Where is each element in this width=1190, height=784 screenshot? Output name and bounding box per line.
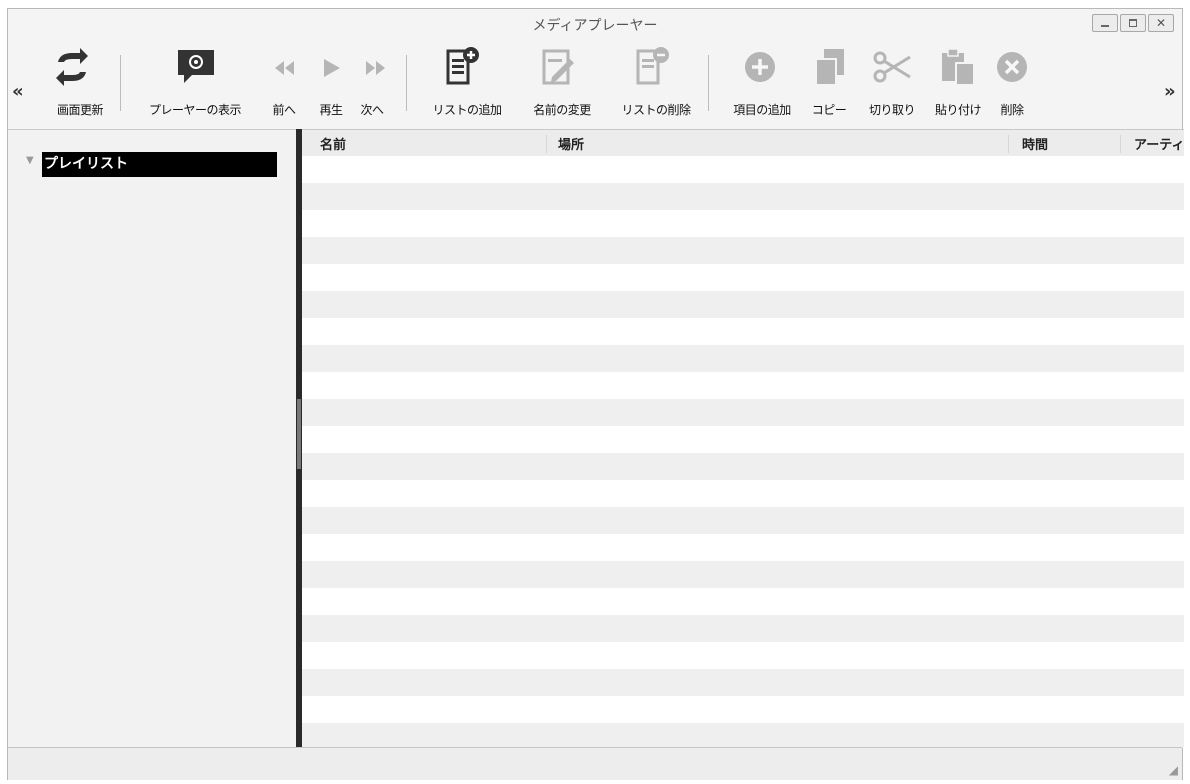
paste-icon	[942, 48, 975, 86]
previous-button[interactable]	[270, 55, 300, 85]
list-header: 名前 場所 時間 アーティ	[302, 130, 1184, 156]
toolbar: « 画面更新 プレーヤーの表示 前へ 再生 次へ リストの追加 名前の変更 リス…	[8, 37, 1182, 129]
table-row[interactable]	[302, 453, 1184, 480]
table-row[interactable]	[302, 534, 1184, 561]
table-row[interactable]	[302, 426, 1184, 453]
refresh-label: 画面更新	[56, 103, 104, 117]
play-label: 再生	[319, 103, 343, 117]
minimize-button[interactable]	[1092, 14, 1118, 32]
add-item-icon	[745, 52, 775, 82]
status-bar: ◢	[8, 747, 1182, 780]
table-row[interactable]	[302, 615, 1184, 642]
toolbar-separator	[406, 55, 407, 111]
table-row[interactable]	[302, 399, 1184, 426]
delete-list-label: リストの削除	[621, 103, 691, 117]
table-row[interactable]	[302, 507, 1184, 534]
close-button[interactable]: ✕	[1148, 14, 1174, 32]
table-row[interactable]	[302, 372, 1184, 399]
play-icon	[324, 59, 340, 77]
copy-button[interactable]	[808, 45, 852, 93]
paste-button[interactable]	[936, 45, 980, 93]
table-row[interactable]	[302, 723, 1184, 748]
add-item-label: 項目の追加	[733, 103, 791, 117]
expand-arrow-icon[interactable]: ▼	[26, 155, 34, 166]
cut-button[interactable]	[870, 45, 914, 93]
show-player-button[interactable]	[174, 45, 218, 93]
copy-label: コピー	[811, 103, 847, 117]
delete-list-button[interactable]	[630, 45, 674, 93]
column-header-location[interactable]: 場所	[558, 134, 584, 153]
refresh-icon	[56, 48, 88, 86]
table-row[interactable]	[302, 318, 1184, 345]
add-list-button[interactable]	[440, 45, 484, 93]
column-header-name[interactable]: 名前	[320, 134, 346, 153]
rename-icon	[542, 49, 574, 85]
add-list-icon	[446, 47, 479, 85]
delete-button[interactable]	[990, 45, 1034, 93]
toolbar-scroll-right[interactable]: »	[1164, 81, 1176, 102]
table-row[interactable]	[302, 156, 1184, 183]
next-button[interactable]	[360, 55, 390, 85]
column-header-time[interactable]: 時間	[1022, 134, 1048, 153]
previous-icon	[275, 61, 294, 75]
player-display-icon	[178, 50, 214, 83]
track-list: 名前 場所 時間 アーティ	[302, 129, 1184, 748]
table-row[interactable]	[302, 642, 1184, 669]
delete-list-icon	[636, 47, 669, 85]
table-row[interactable]	[302, 264, 1184, 291]
delete-icon	[997, 52, 1027, 82]
media-player-window: メディアプレーヤー ✕ « 画面更新 プレーヤーの表示 前へ 再生 次へ リスト…	[7, 8, 1184, 780]
window-controls: ✕	[1092, 14, 1174, 32]
toolbar-separator	[708, 55, 709, 111]
playlist-tree-panel: ▼ プレイリスト	[8, 129, 296, 748]
table-row[interactable]	[302, 291, 1184, 318]
list-rows	[302, 156, 1184, 748]
close-icon: ✕	[1155, 16, 1167, 30]
column-divider[interactable]	[1008, 135, 1009, 153]
column-header-artist[interactable]: アーティ	[1134, 134, 1184, 153]
resize-grip-icon[interactable]: ◢	[1169, 763, 1178, 777]
table-row[interactable]	[302, 480, 1184, 507]
table-row[interactable]	[302, 669, 1184, 696]
title-bar[interactable]: メディアプレーヤー ✕	[8, 9, 1182, 37]
splitter-grip[interactable]	[297, 399, 301, 469]
window-title: メディアプレーヤー	[532, 18, 658, 34]
show-player-label: プレーヤーの表示	[148, 103, 242, 117]
table-row[interactable]	[302, 237, 1184, 264]
table-row[interactable]	[302, 696, 1184, 723]
maximize-button[interactable]	[1120, 14, 1146, 32]
paste-label: 貼り付け	[934, 103, 982, 117]
rename-label: 名前の変更	[533, 103, 591, 117]
tree-item-playlist[interactable]: プレイリスト	[42, 152, 277, 177]
maximize-icon	[1121, 15, 1145, 31]
rename-button[interactable]	[536, 45, 580, 93]
play-button[interactable]	[316, 55, 346, 85]
toolbar-scroll-left[interactable]: «	[12, 81, 24, 102]
previous-label: 前へ	[272, 103, 296, 117]
copy-icon	[815, 49, 844, 86]
cut-icon	[873, 51, 911, 83]
table-row[interactable]	[302, 345, 1184, 372]
minimize-icon	[1093, 15, 1117, 31]
cut-label: 切り取り	[868, 103, 916, 117]
add-item-button[interactable]	[738, 45, 782, 93]
table-row[interactable]	[302, 210, 1184, 237]
table-row[interactable]	[302, 588, 1184, 615]
delete-label: 削除	[1000, 103, 1024, 117]
column-divider[interactable]	[546, 135, 547, 153]
refresh-button[interactable]	[50, 45, 94, 93]
table-row[interactable]	[302, 561, 1184, 588]
table-row[interactable]	[302, 183, 1184, 210]
column-divider[interactable]	[1120, 135, 1121, 153]
toolbar-separator	[120, 55, 121, 111]
add-list-label: リストの追加	[432, 103, 502, 117]
next-label: 次へ	[360, 103, 384, 117]
next-icon	[366, 61, 385, 75]
